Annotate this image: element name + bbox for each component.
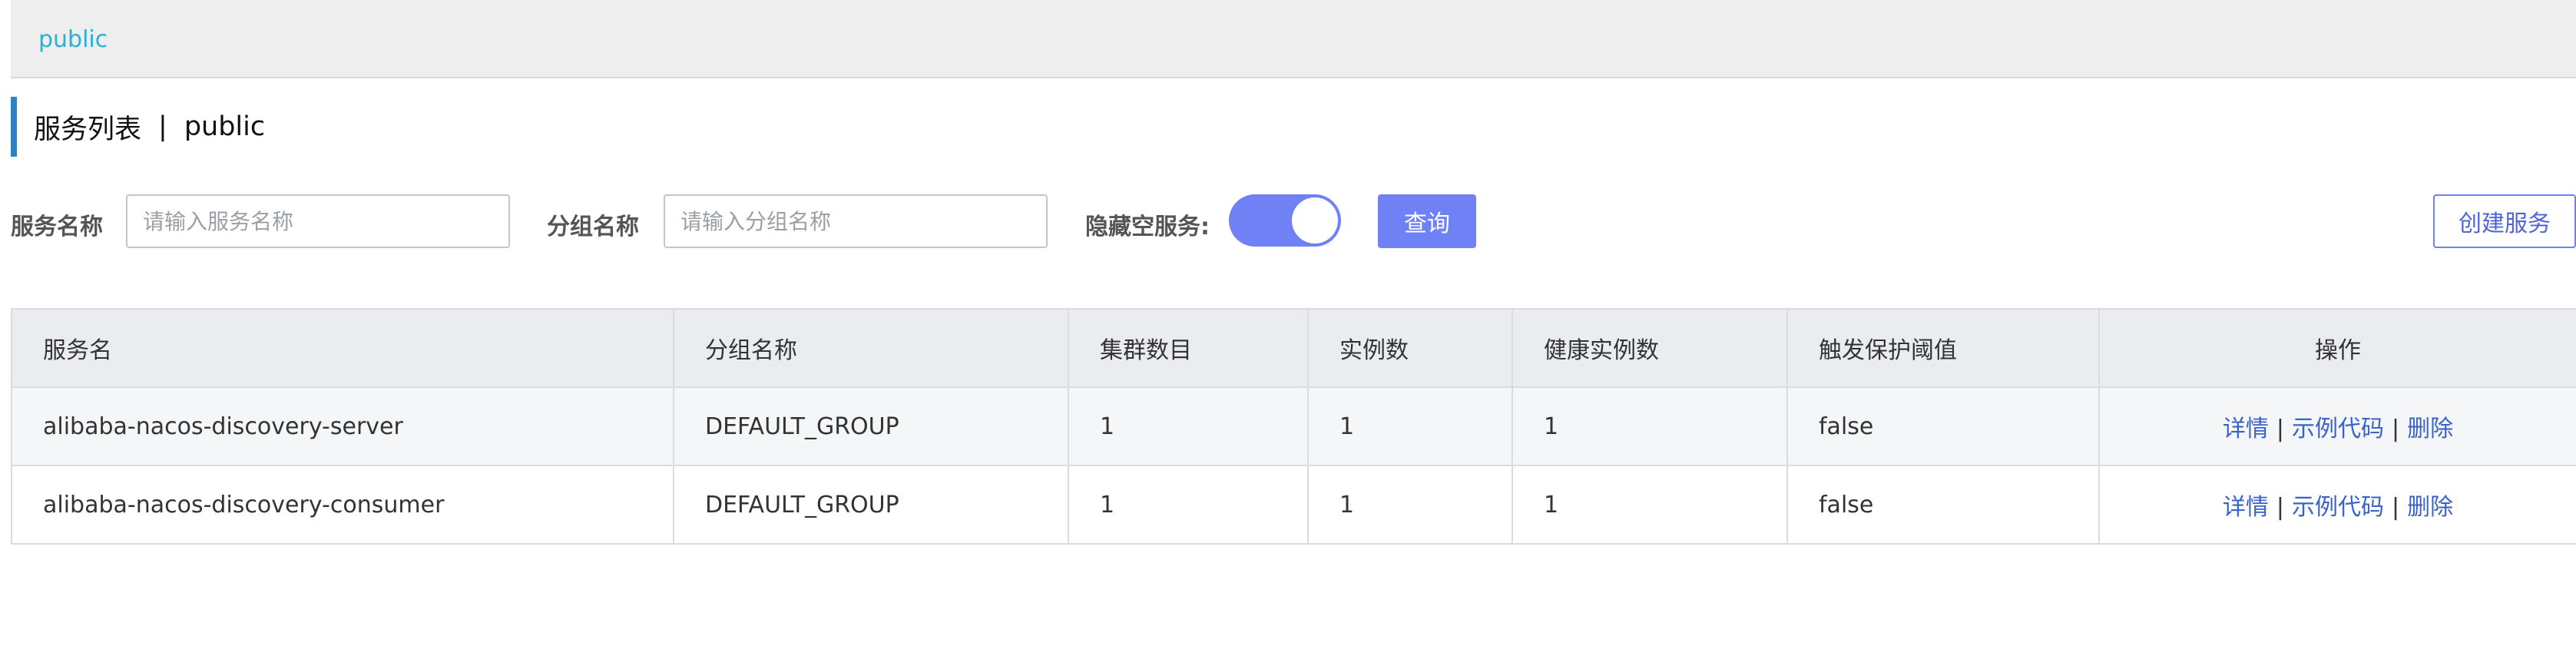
cell-cluster-count: 1 [1068,386,1309,466]
column-header-cluster-count: 集群数目 [1068,308,1309,388]
page-title-separator: | [158,111,167,142]
delete-link[interactable]: 删除 [2407,416,2453,442]
action-separator: | [2392,416,2400,442]
column-header-protect-threshold: 触发保护阈值 [1786,308,2100,388]
cell-group-name: DEFAULT_GROUP [673,386,1069,466]
column-header-healthy-instance-count: 健康实例数 [1511,308,1788,388]
page-title-text: 服务列表 [34,114,142,145]
table-row: alibaba-nacos-discovery-server DEFAULT_G… [11,386,2576,466]
cell-instance-count: 1 [1307,465,1513,545]
hide-empty-services-label: 隐藏空服务: [1085,214,1210,240]
action-separator: | [2392,494,2400,521]
cell-actions: 详情 | 示例代码 | 删除 [2098,386,2576,466]
cell-service-name: alibaba-nacos-discovery-server [11,386,674,466]
service-table: 服务名 分组名称 集群数目 实例数 健康实例数 触发保护阈值 操作 alibab… [11,308,2576,545]
detail-link[interactable]: 详情 [2223,416,2269,442]
column-header-instance-count: 实例数 [1307,308,1513,388]
delete-link[interactable]: 删除 [2407,494,2453,521]
service-name-input[interactable] [126,194,510,248]
hide-empty-services-toggle[interactable] [1229,194,1341,247]
query-button[interactable]: 查询 [1378,194,1476,248]
cell-service-name: alibaba-nacos-discovery-consumer [11,465,674,545]
column-header-service-name: 服务名 [11,308,674,388]
cell-cluster-count: 1 [1068,465,1309,545]
detail-link[interactable]: 详情 [2223,494,2269,521]
page-title: 服务列表 | public [11,97,265,157]
service-name-label: 服务名称 [11,214,103,240]
toggle-knob [1292,197,1338,244]
create-service-button[interactable]: 创建服务 [2433,194,2576,248]
sample-code-link[interactable]: 示例代码 [2292,494,2384,521]
action-separator: | [2276,494,2284,521]
column-header-group-name: 分组名称 [673,308,1069,388]
sample-code-link[interactable]: 示例代码 [2292,416,2384,442]
group-name-label: 分组名称 [547,214,639,240]
table-row: alibaba-nacos-discovery-consumer DEFAULT… [11,465,2576,545]
namespace-bar: public [11,0,2576,78]
action-separator: | [2276,416,2284,442]
column-header-actions: 操作 [2098,308,2576,388]
cell-healthy-instance-count: 1 [1511,386,1788,466]
table-header-row: 服务名 分组名称 集群数目 实例数 健康实例数 触发保护阈值 操作 [11,308,2576,388]
cell-protect-threshold: false [1786,386,2100,466]
cell-instance-count: 1 [1307,386,1513,466]
group-name-input[interactable] [664,194,1048,248]
cell-group-name: DEFAULT_GROUP [673,465,1069,545]
cell-actions: 详情 | 示例代码 | 删除 [2098,465,2576,545]
page-title-namespace: public [184,111,266,142]
cell-protect-threshold: false [1786,465,2100,545]
namespace-link-public[interactable]: public [38,26,108,53]
cell-healthy-instance-count: 1 [1511,465,1788,545]
